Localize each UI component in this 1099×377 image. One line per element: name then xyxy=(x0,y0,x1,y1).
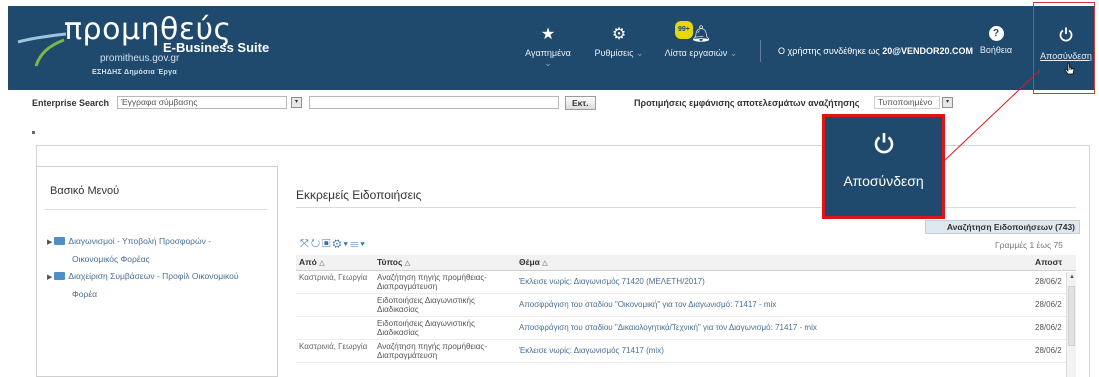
menu-item-label: Διαχείριση Συμβάσεων - Προφίλ Οικονομικο… xyxy=(68,271,239,281)
menu-item-label: Διαγωνισμοί - Υποβολή Προσφορών - xyxy=(68,236,212,246)
column-header-subject[interactable]: Θέμα △ xyxy=(516,255,1032,271)
cell-type: Αναζήτηση πηγής προμήθειας-Διαπραγμάτευσ… xyxy=(374,339,516,363)
table-row: Καστρινιά, Γεωργία Αναζήτηση πηγής προμή… xyxy=(296,339,1076,363)
nav-favorites[interactable]: ★ Αγαπημένα ⌄ xyxy=(523,26,573,69)
cell-from: Καστρινιά, Γεωργία xyxy=(296,339,374,363)
star-icon: ★ xyxy=(540,26,556,43)
menu-item-contracts[interactable]: ▶ Διαχείριση Συμβάσεων - Προφίλ Οικονομικ… xyxy=(47,268,272,302)
table-row: Ειδοποιήσεις Διαγωνιστικής Διαδικασίας Α… xyxy=(296,293,1076,317)
display-pref-dropdown-icon[interactable]: ▾ xyxy=(942,97,953,108)
logout-highlight-box xyxy=(1033,2,1095,94)
separator-dot xyxy=(32,131,35,134)
callout-label: Αποσύνδεση xyxy=(843,173,924,189)
scroll-thumb[interactable] xyxy=(1068,286,1075,346)
refresh-icon[interactable]: ↻ xyxy=(311,238,322,250)
enterprise-search-label: Enterprise Search xyxy=(32,98,110,108)
scope-dropdown-icon[interactable]: ▾ xyxy=(291,97,302,108)
main-menu-title: Βασικό Μενού xyxy=(50,185,120,197)
menu-item-label: Οικονομικός Φορέας xyxy=(72,254,150,264)
detach-icon[interactable]: ▣ xyxy=(322,238,332,250)
cell-from xyxy=(296,293,374,317)
expand-icon[interactable]: ▶ xyxy=(47,274,52,281)
cell-subject-link[interactable]: Αποσφράγιση του σταδίου "Οικονομική" για… xyxy=(516,293,1032,317)
cell-type: Αναζήτηση πηγής προμήθειας-Διαπραγμάτευσ… xyxy=(374,270,516,294)
nav-favorites-label: Αγαπημένα xyxy=(525,48,571,58)
power-icon xyxy=(825,131,942,158)
rows-count: Γραμμές 1 έως 75 xyxy=(995,240,1063,250)
logout-callout: Αποσύνδεση xyxy=(822,114,945,219)
display-pref-select[interactable]: Τυποποιημένο xyxy=(874,96,940,109)
notifications-title: Εκκρεμείς Ειδοποιήσεις xyxy=(296,188,422,202)
worklist-badge: 99+ xyxy=(675,21,693,39)
notifications-divider xyxy=(296,207,1076,208)
nav-settings-label: Ρυθμίσεις xyxy=(594,48,634,58)
notifications-table: Από △ Τύπος △ Θέμα △ Αποστ Καστρινιά, Γε… xyxy=(296,255,1076,363)
column-header-from[interactable]: Από △ xyxy=(296,255,374,271)
table-header-row: Από △ Τύπος △ Θέμα △ Αποστ xyxy=(296,255,1076,271)
settings-menu-icon[interactable]: ⚙▾ xyxy=(332,238,350,250)
cell-subject-link[interactable]: Αποσφράγιση του σταδίου "Δικαιολογητικά/… xyxy=(516,316,1032,340)
expand-icon[interactable]: ▶ xyxy=(47,239,52,246)
nav-settings[interactable]: ⚙ Ρυθμίσεις ⌄ xyxy=(594,26,644,59)
folder-icon xyxy=(54,237,66,245)
column-header-type[interactable]: Τύπος △ xyxy=(374,255,516,271)
search-scope-select[interactable]: Έγγραφα σύμβασης xyxy=(117,96,287,109)
table-row: Ειδοποιήσεις Διαγωνιστικής Διαδικασίας Α… xyxy=(296,316,1076,340)
header-divider xyxy=(760,40,761,62)
sort-icon: △ xyxy=(404,260,411,268)
folder-icon xyxy=(54,272,66,280)
main-menu-panel: Βασικό Μενού ▶ Διαγωνισμοί - Υποβολή Προσ… xyxy=(36,166,278,377)
sort-icon: △ xyxy=(319,260,325,268)
bell-icon: 🔔︎ 99+ xyxy=(661,21,741,44)
expand-all-icon[interactable]: ⤧ xyxy=(300,238,311,250)
display-pref-label: Προτιμήσεις εμφάνισης αποτελεσμάτων αναζ… xyxy=(634,98,860,108)
logo-domain: promitheus.gov.gr xyxy=(100,53,180,64)
table-scrollbar[interactable]: ▲ xyxy=(1066,272,1076,377)
enterprise-search-bar: Enterprise Search Έγγραφα σύμβασης ▾ Εκτ… xyxy=(24,96,1088,112)
cell-from: Καστρινιά, Γεωργία xyxy=(296,270,374,294)
user-prefix: Ο χρήστης συνδέθηκε ως xyxy=(778,46,880,56)
help-icon: ? xyxy=(988,26,1004,41)
nav-worklist[interactable]: 🔔︎ 99+ Λίστα εργασιών ⌄ xyxy=(661,21,741,59)
mouse-cursor-icon xyxy=(1064,62,1075,75)
table-row: Καστρινιά, Γεωργία Αναζήτηση πηγής προμή… xyxy=(296,270,1076,294)
search-notifications-button[interactable]: Αναζήτηση Ειδοποιήσεων (743) xyxy=(925,220,1080,234)
user-name: 20@VENDOR20.COM xyxy=(882,46,974,56)
search-query-input[interactable] xyxy=(309,96,559,109)
app-header: προμηθεύς E-Business Suite promitheus.go… xyxy=(8,6,1095,90)
menu-item-tenders[interactable]: ▶ Διαγωνισμοί - Υποβολή Προσφορών - Οικον… xyxy=(47,233,272,267)
search-go-button[interactable]: Εκτ. xyxy=(565,96,596,110)
cell-type: Ειδοποιήσεις Διαγωνιστικής Διαδικασίας xyxy=(374,316,516,340)
sort-icon: △ xyxy=(542,260,548,268)
gear-icon: ⚙ xyxy=(611,26,627,43)
cell-from xyxy=(296,316,374,340)
view-menu-icon[interactable]: ☰▾ xyxy=(350,238,367,250)
menu-divider xyxy=(45,209,267,210)
table-toolbar: ⤧↻▣⚙▾☰▾ xyxy=(300,238,367,251)
menu-item-label: Φορέα xyxy=(72,289,98,299)
column-header-sent[interactable]: Αποστ xyxy=(1032,255,1076,271)
cell-subject-link[interactable]: Έκλεισε νωρίς: Διαγωνισμός 71417 (mix) xyxy=(516,339,1032,363)
nav-worklist-label: Λίστα εργασιών xyxy=(664,48,728,58)
help-button[interactable]: ? Βοήθεια xyxy=(976,26,1016,55)
scroll-up-icon[interactable]: ▲ xyxy=(1069,274,1075,280)
logged-in-user: Ο χρήστης συνδέθηκε ως 20@VENDOR20.COM xyxy=(778,46,973,56)
cell-subject-link[interactable]: Έκλεισε νωρίς: Διαγωνισμός 71420 (ΜΕΛΕΤΗ… xyxy=(516,270,1032,294)
logo-tagline: ΕΣΗΔΗΣ Δημόσια Έργα xyxy=(92,69,177,76)
cell-type: Ειδοποιήσεις Διαγωνιστικής Διαδικασίας xyxy=(374,293,516,317)
help-label: Βοήθεια xyxy=(979,45,1013,55)
